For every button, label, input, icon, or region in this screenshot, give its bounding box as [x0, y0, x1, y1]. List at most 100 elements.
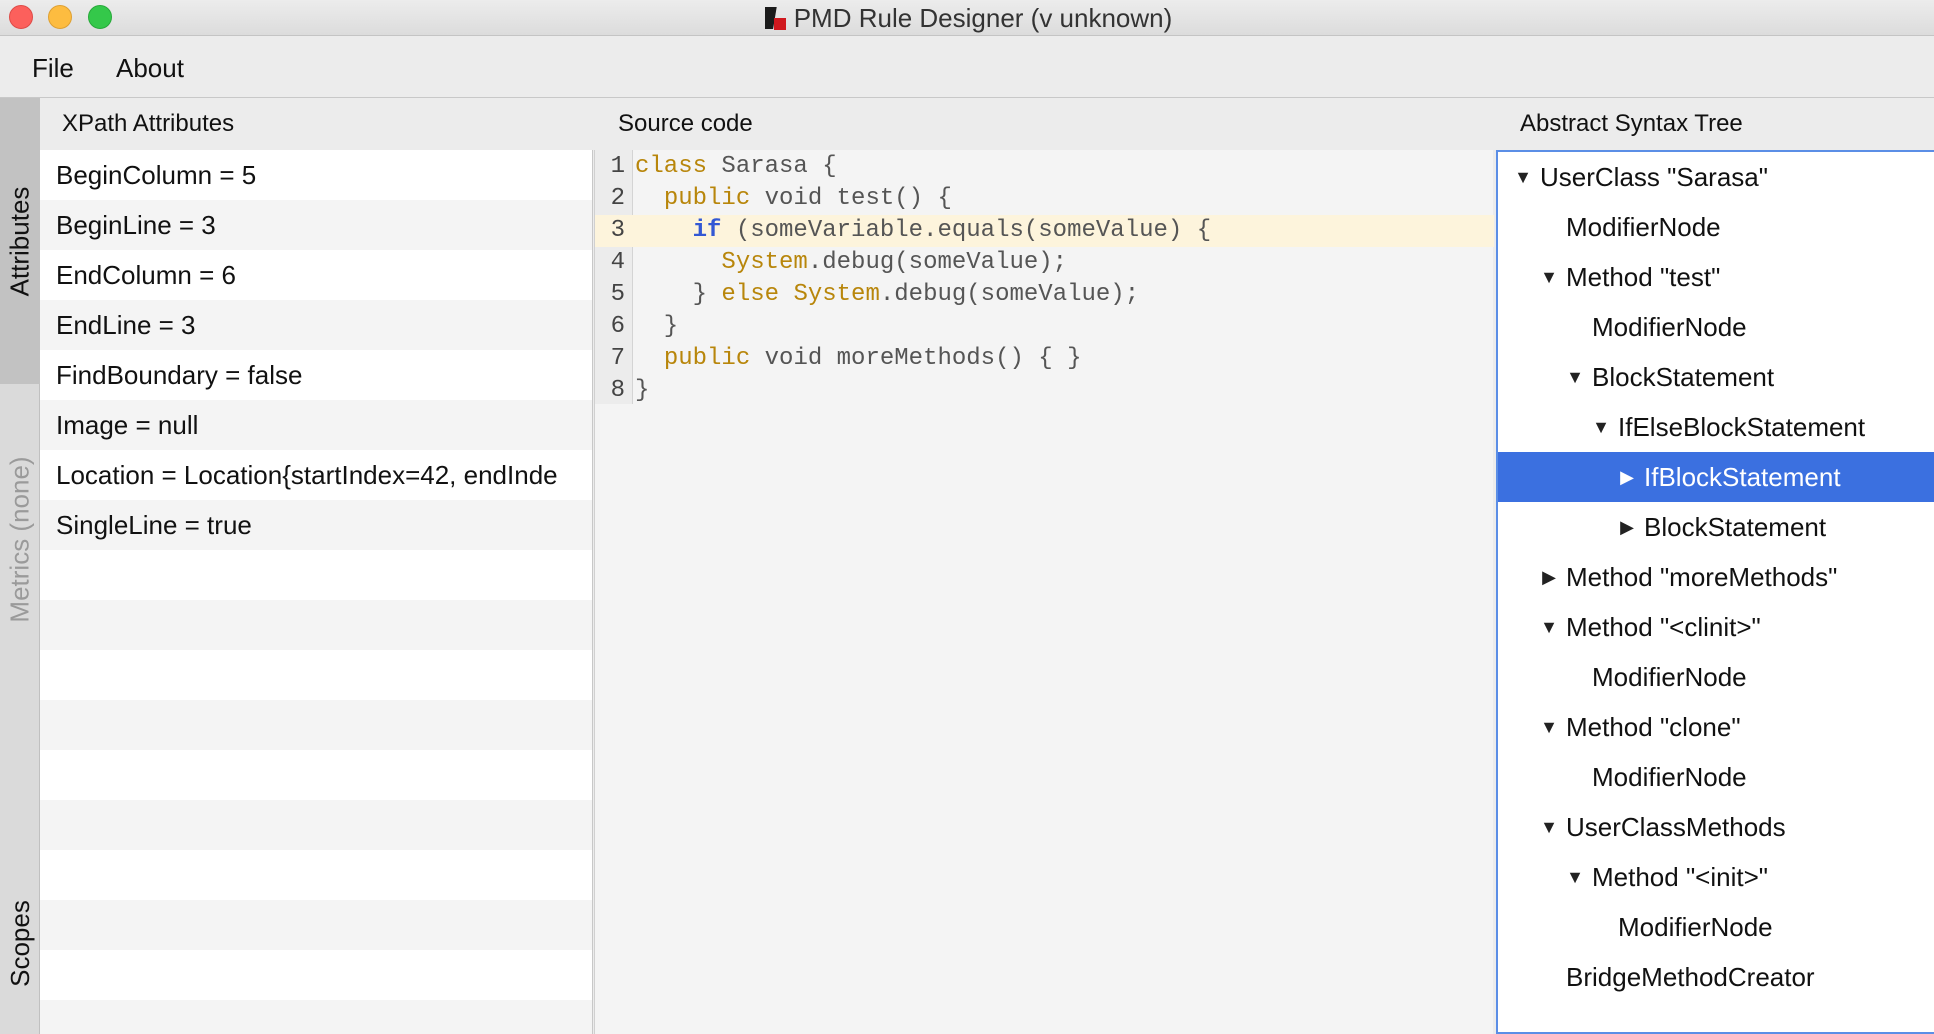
ast-node-label: BlockStatement: [1644, 511, 1827, 542]
code-line: 6 }: [595, 311, 1494, 343]
attribute-row[interactable]: [40, 900, 592, 950]
ast-node[interactable]: ▼ BlockStatement: [1498, 352, 1934, 402]
tab-metrics: Metrics (none): [0, 384, 40, 694]
code-token: }: [635, 377, 650, 404]
attribute-row[interactable]: EndColumn = 6: [40, 250, 592, 300]
tab-attributes[interactable]: Attributes: [0, 98, 40, 384]
collapsed-triangle-icon[interactable]: ▶: [1616, 467, 1638, 488]
attribute-row[interactable]: [40, 850, 592, 900]
attribute-row[interactable]: [40, 1000, 592, 1034]
ast-node-label: ModifierNode: [1592, 661, 1747, 692]
ast-node-label: IfBlockStatement: [1644, 461, 1841, 492]
line-number: 7: [610, 345, 625, 372]
ast-node[interactable]: BridgeMethodCreator: [1498, 952, 1934, 1002]
code-line: 7 public void moreMethods() { }: [595, 343, 1494, 375]
attribute-row[interactable]: FindBoundary = false: [40, 350, 592, 400]
ast-node-label: ModifierNode: [1566, 211, 1721, 242]
xpath-attributes-header: XPath Attributes: [62, 110, 235, 137]
expanded-triangle-icon[interactable]: ▼: [1590, 417, 1612, 438]
tab-scopes[interactable]: Scopes: [0, 858, 40, 1028]
tab-metrics-label: Metrics (none): [4, 455, 35, 623]
ast-node[interactable]: ▼ Method "<init>": [1498, 852, 1934, 902]
ast-node[interactable]: ▼ Method "test": [1498, 252, 1934, 302]
code-line: 4 System.debug(someValue);: [595, 247, 1494, 279]
attribute-row[interactable]: [40, 650, 592, 700]
attribute-row[interactable]: [40, 800, 592, 850]
attribute-row[interactable]: [40, 550, 592, 600]
attribute-row[interactable]: BeginLine = 3: [40, 200, 592, 250]
attribute-row[interactable]: EndLine = 3: [40, 300, 592, 350]
code-line: 1 class Sarasa {: [595, 151, 1494, 183]
code-text: } else System.debug(someValue);: [635, 279, 1140, 311]
ast-node-label: Method "test": [1566, 261, 1721, 292]
expanded-triangle-icon[interactable]: ▼: [1564, 867, 1586, 888]
ast-node[interactable]: ▼ UserClass "Sarasa": [1498, 152, 1934, 202]
expanded-triangle-icon[interactable]: ▼: [1538, 267, 1560, 288]
ast-node-label: Method "<init>": [1592, 861, 1769, 892]
collapsed-triangle-icon[interactable]: ▶: [1538, 567, 1560, 588]
line-number: 8: [610, 377, 625, 404]
code-token: }: [635, 281, 722, 308]
ast-tree[interactable]: ▼ UserClass "Sarasa" ModifierNode ▼ Method "…: [1496, 150, 1934, 1034]
title-bar: PMD Rule Designer (v unknown): [0, 0, 1934, 36]
code-text: }: [635, 375, 649, 407]
attribute-row[interactable]: Location = Location{startIndex=42, endIn…: [40, 450, 592, 500]
ast-node[interactable]: ModifierNode: [1498, 752, 1934, 802]
menu-bar: File About: [0, 36, 1934, 98]
attribute-row[interactable]: [40, 750, 592, 800]
code-token: }: [635, 313, 679, 340]
code-text: class Sarasa {: [635, 151, 837, 183]
ast-node[interactable]: ▶ BlockStatement: [1498, 502, 1934, 552]
ast-node-label: UserClassMethods: [1566, 811, 1786, 842]
tab-attributes-label: Attributes: [4, 186, 35, 296]
line-number: 1: [610, 153, 625, 180]
ast-node-label: Method "moreMethods": [1566, 561, 1838, 592]
attribute-row[interactable]: SingleLine = true: [40, 500, 592, 550]
code-token: else: [721, 281, 780, 308]
ast-node-label: ModifierNode: [1618, 911, 1773, 942]
ast-node-label: ModifierNode: [1592, 311, 1747, 342]
ast-node[interactable]: ModifierNode: [1498, 202, 1934, 252]
attribute-row[interactable]: BeginColumn = 5: [40, 150, 592, 200]
code-token: System: [793, 281, 880, 308]
window-title: PMD Rule Designer (v unknown): [793, 2, 1173, 33]
attribute-row[interactable]: [40, 600, 592, 650]
expanded-triangle-icon[interactable]: ▼: [1538, 717, 1560, 738]
ast-node-label: Method "clone": [1566, 711, 1741, 742]
side-tab-strip: Attributes Metrics (none) Scopes: [0, 98, 40, 1034]
ast-node[interactable]: ▶ Method "moreMethods": [1498, 552, 1934, 602]
source-code-editor[interactable]: 1 class Sarasa {2 public void test() {3 i…: [594, 150, 1494, 1034]
code-line: 5 } else System.debug(someValue);: [595, 279, 1494, 311]
code-token: class: [635, 153, 708, 180]
ast-node[interactable]: ▼ UserClassMethods: [1498, 802, 1934, 852]
ast-node[interactable]: ModifierNode: [1498, 652, 1934, 702]
line-number: 5: [610, 281, 625, 308]
collapsed-triangle-icon[interactable]: ▶: [1616, 517, 1638, 538]
ast-node-label: ModifierNode: [1592, 761, 1747, 792]
attribute-row[interactable]: Image = null: [40, 400, 592, 450]
ast-node[interactable]: ModifierNode: [1498, 902, 1934, 952]
ast-node[interactable]: ▼ Method "clone": [1498, 702, 1934, 752]
xpath-attributes-list[interactable]: BeginColumn = 5 BeginLine = 3 EndColumn = …: [40, 150, 593, 1034]
attribute-row[interactable]: [40, 950, 592, 1000]
code-line: 8}: [595, 375, 1494, 407]
expanded-triangle-icon[interactable]: ▼: [1538, 617, 1560, 638]
ast-node[interactable]: ModifierNode: [1498, 302, 1934, 352]
code-token: System: [721, 249, 808, 276]
code-line: 3 if (someVariable.equals(someValue) {: [595, 215, 1494, 247]
ast-node[interactable]: ▶ IfBlockStatement: [1498, 452, 1934, 502]
code-token: void test() {: [750, 185, 952, 212]
expanded-triangle-icon[interactable]: ▼: [1512, 167, 1534, 188]
ast-node[interactable]: ▼ Method "<clinit>": [1498, 602, 1934, 652]
expanded-triangle-icon[interactable]: ▼: [1564, 367, 1586, 388]
menu-about[interactable]: About: [116, 53, 184, 84]
attribute-row[interactable]: [40, 700, 592, 750]
ast-header: Abstract Syntax Tree: [1520, 110, 1743, 137]
expanded-triangle-icon[interactable]: ▼: [1538, 817, 1560, 838]
menu-file[interactable]: File: [32, 53, 74, 84]
ast-node[interactable]: ▼ IfElseBlockStatement: [1498, 402, 1934, 452]
